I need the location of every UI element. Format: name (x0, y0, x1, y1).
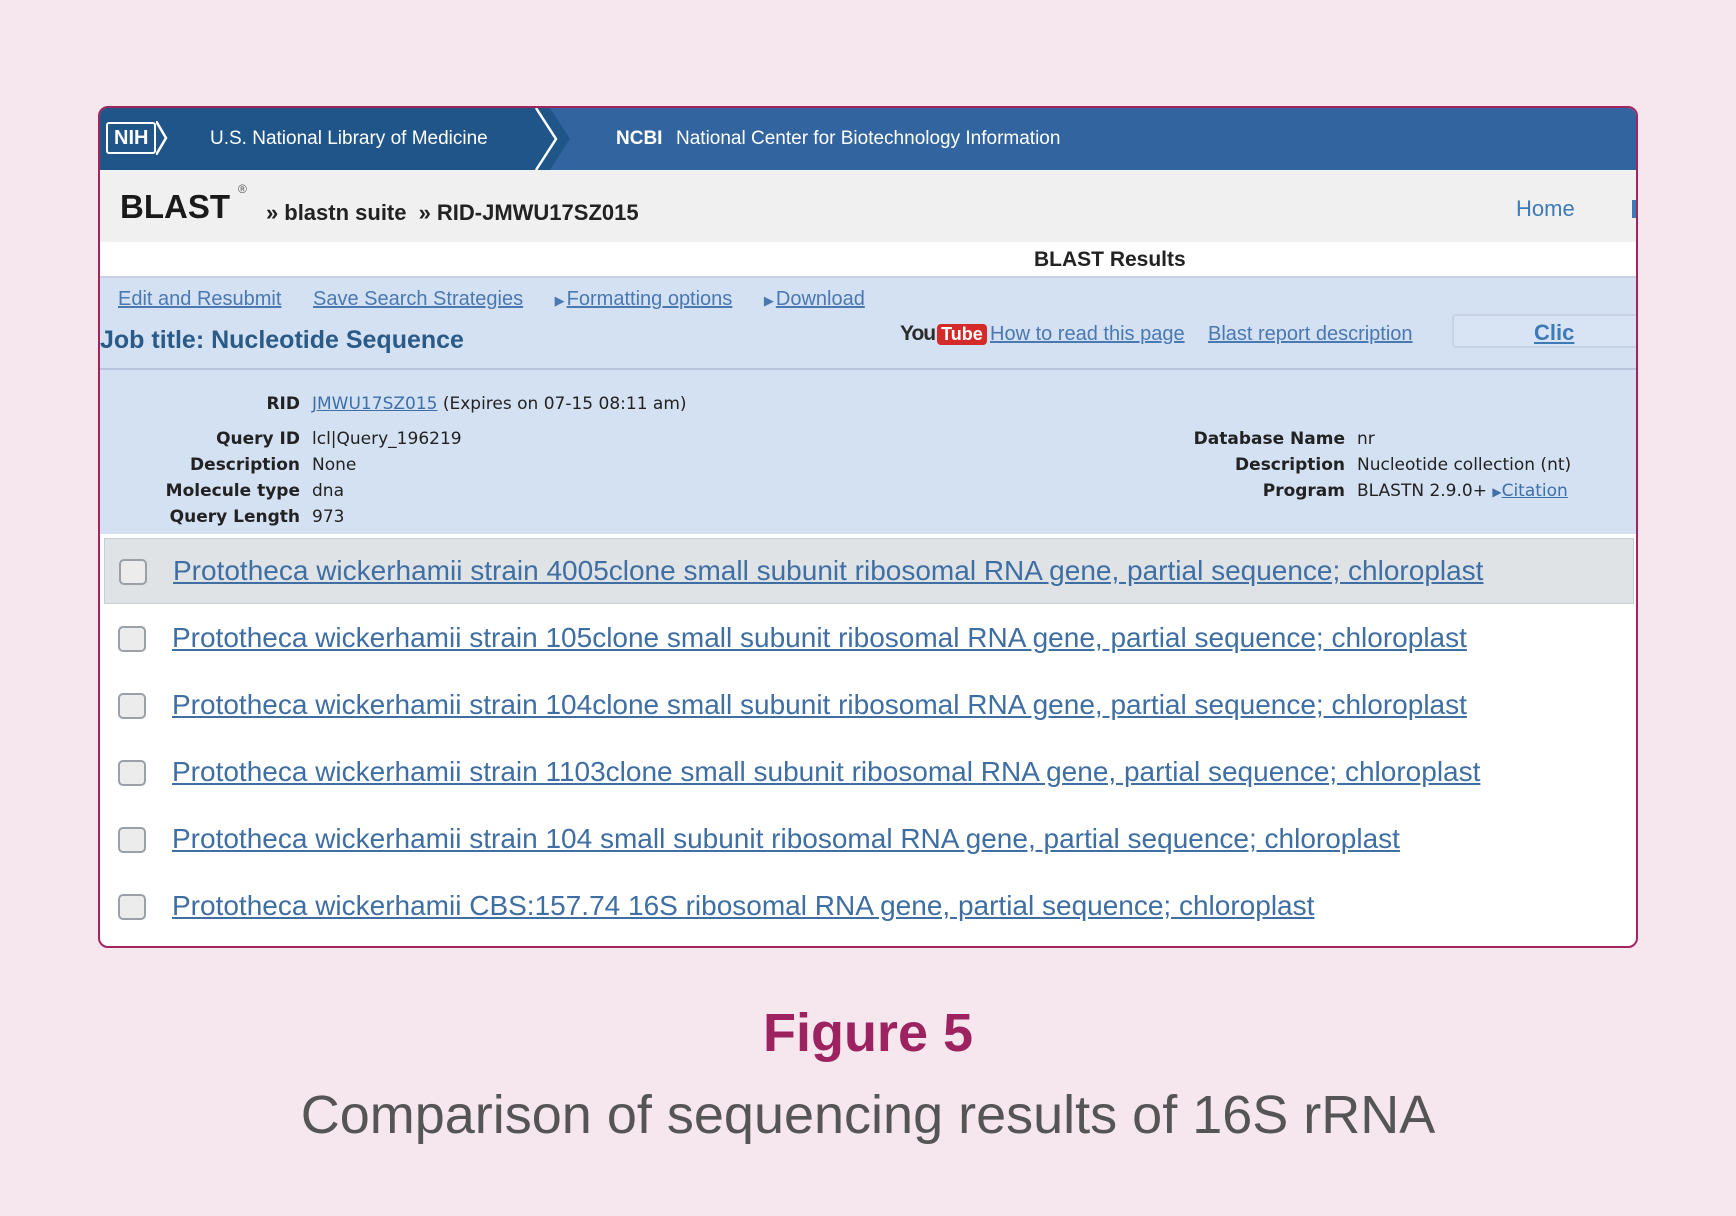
blast-home-link[interactable]: BLAST (120, 188, 230, 226)
formatting-options-link[interactable]: Formatting options (567, 288, 733, 310)
chevron-double-right-icon: » (266, 200, 279, 225)
database-name-value: nr (1357, 429, 1375, 449)
citation-link[interactable]: Citation (1502, 481, 1568, 501)
result-row: Prototheca wickerhamii strain 4005clone … (104, 538, 1634, 604)
breadcrumb-rid: RID-JMWU17SZ015 (436, 200, 639, 225)
result-checkbox[interactable] (118, 827, 146, 853)
breadcrumb-suite[interactable]: blastn suite (284, 200, 406, 225)
result-row: Prototheca wickerhamii CBS:157.74 16S ri… (104, 874, 1634, 940)
ncbi-link[interactable]: National Center for Biotechnology Inform… (676, 128, 1060, 150)
home-link[interactable]: Home (1516, 196, 1575, 222)
result-checkbox[interactable] (119, 559, 147, 585)
triangle-right-icon: ▶ (554, 293, 565, 308)
results-heading: BLAST Results (100, 242, 1636, 278)
breadcrumb: BLAST ® » blastn suite » RID-JMWU17SZ015 H… (100, 170, 1636, 242)
toolbar-links: Edit and Resubmit Save Search Strategies… (118, 288, 891, 311)
molecule-type-label: Molecule type (165, 481, 300, 501)
rid-link[interactable]: JMWU17SZ015 (312, 394, 437, 414)
query-length-value: 973 (312, 507, 345, 527)
job-title: Job title: Nucleotide Sequence (100, 326, 464, 354)
report-description-link[interactable]: Blast report description (1208, 323, 1413, 346)
how-to-read-link[interactable]: How to read this page (990, 323, 1185, 346)
nih-ncbi-header: NIH U.S. National Library of Medicine NC… (100, 108, 1636, 170)
description-label: Description (190, 455, 300, 475)
results-heading-text: BLAST Results (1034, 248, 1186, 271)
result-row: Prototheca wickerhamii strain 105clone s… (104, 606, 1634, 672)
youtube-icon[interactable]: You Tube (900, 322, 987, 348)
edit-resubmit-link[interactable]: Edit and Resubmit (118, 288, 281, 310)
result-link[interactable]: Prototheca wickerhamii CBS:157.74 16S ri… (172, 890, 1314, 922)
result-checkbox[interactable] (118, 693, 146, 719)
program-value-wrap: BLASTN 2.9.0+ ▶Citation (1357, 481, 1568, 501)
breadcrumb-trail: » blastn suite » RID-JMWU17SZ015 (260, 200, 639, 226)
download-link[interactable]: Download (776, 288, 865, 310)
query-length-label: Query Length (169, 507, 300, 527)
query-id-label: Query ID (216, 429, 300, 449)
rid-label: RID (266, 394, 300, 414)
screenshot-frame: NIH U.S. National Library of Medicine NC… (98, 106, 1638, 948)
description-value: None (312, 455, 357, 475)
results-toolbar: Edit and Resubmit Save Search Strategies… (100, 278, 1636, 370)
program-value: BLASTN 2.9.0+ (1357, 481, 1487, 501)
nih-logo: NIH (106, 122, 157, 154)
youtube-you: You (900, 322, 936, 345)
result-link[interactable]: Prototheca wickerhamii strain 104 small … (172, 823, 1400, 855)
next-nav-item-edge (1632, 200, 1636, 218)
result-link[interactable]: Prototheca wickerhamii strain 1103clone … (172, 756, 1480, 788)
result-row: Prototheca wickerhamii strain 104clone s… (104, 673, 1634, 739)
chevron-double-right-icon: » (418, 200, 431, 225)
result-checkbox[interactable] (118, 894, 146, 920)
program-label: Program (1262, 481, 1345, 501)
result-link[interactable]: Prototheca wickerhamii strain 105clone s… (172, 622, 1467, 654)
db-description-value: Nucleotide collection (nt) (1357, 455, 1572, 475)
figure-title: Figure 5 (762, 1003, 974, 1063)
result-row: Prototheca wickerhamii strain 1103clone … (104, 740, 1634, 806)
result-row: Prototheca wickerhamii strain 104 small … (104, 807, 1634, 873)
db-description-label: Description (1235, 455, 1345, 475)
ncbi-abbr[interactable]: NCBI (616, 128, 662, 150)
triangle-right-icon: ▶ (1492, 485, 1502, 499)
result-link[interactable]: Prototheca wickerhamii strain 104clone s… (172, 689, 1467, 721)
result-link[interactable]: Prototheca wickerhamii strain 4005clone … (173, 555, 1483, 587)
figure-caption: Comparison of sequencing results of 16S … (300, 1085, 1436, 1145)
nih-logo-arrow-icon (156, 121, 168, 155)
result-checkbox[interactable] (118, 760, 146, 786)
rid-value-wrap: JMWU17SZ015 (Expires on 07-15 08:11 am) (312, 394, 687, 414)
molecule-type-value: dna (312, 481, 344, 501)
query-info-panel: RID JMWU17SZ015 (Expires on 07-15 08:11 … (100, 370, 1636, 534)
nlm-link[interactable]: U.S. National Library of Medicine (210, 128, 488, 150)
click-link[interactable]: Clic (1534, 320, 1574, 346)
nlm-segment[interactable]: NIH U.S. National Library of Medicine (100, 108, 550, 170)
header-divider-arrow-icon (530, 108, 570, 170)
registered-mark: ® (238, 182, 247, 196)
youtube-tube: Tube (937, 324, 987, 345)
triangle-right-icon: ▶ (763, 293, 774, 308)
save-strategies-link[interactable]: Save Search Strategies (313, 288, 523, 310)
rid-expires: (Expires on 07-15 08:11 am) (442, 394, 687, 414)
result-checkbox[interactable] (118, 626, 146, 652)
feedback-box[interactable]: Clic (1452, 314, 1636, 348)
database-name-label: Database Name (1193, 429, 1345, 449)
query-id-value: lcl|Query_196219 (312, 429, 462, 449)
